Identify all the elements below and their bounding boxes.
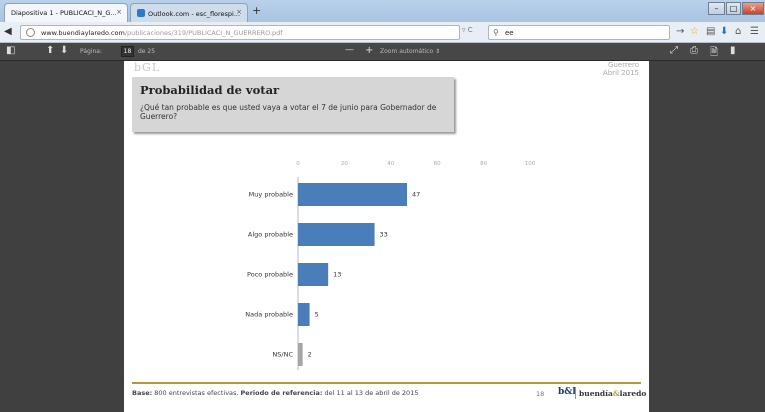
bookmark-icon[interactable]: ▮: [730, 45, 736, 56]
pdf-page: bGL Guerrero Abril 2015 Probabilidad de …: [124, 61, 649, 412]
category-label: Muy probable: [249, 191, 293, 199]
reading-list-icon[interactable]: ▤: [706, 26, 715, 37]
star-icon[interactable]: ☆: [690, 26, 699, 37]
new-tab-button[interactable]: +: [252, 4, 261, 17]
menu-icon[interactable]: ☰: [750, 26, 759, 37]
footer-note: Base: 800 entrevistas efectivas. Periodo…: [132, 389, 418, 397]
data-label: 33: [380, 231, 388, 239]
footer-base-label: Base:: [132, 389, 153, 397]
data-label: 2: [308, 351, 312, 359]
slide-page-number: 18: [536, 390, 545, 398]
outlook-icon: [137, 9, 145, 17]
x-tick-label: 60: [434, 161, 441, 167]
search-value: ee: [505, 29, 514, 37]
x-tick-label: 20: [341, 161, 348, 167]
tab-pdf-label: Diapositiva 1 - PUBLICACI_N_G...: [11, 9, 117, 17]
brand-amp: &: [612, 389, 620, 398]
question-text: ¿Qué tan probable es que usted vaya a vo…: [140, 103, 437, 121]
bar: [298, 303, 310, 326]
bar: [298, 343, 303, 366]
reload-icon[interactable]: ▿ C: [462, 26, 473, 34]
close-window-button[interactable]: ×: [742, 2, 764, 15]
maximize-button[interactable]: □: [726, 2, 741, 15]
zoom-out-icon[interactable]: —: [345, 45, 354, 55]
save-icon[interactable]: 🗎: [710, 45, 718, 62]
x-tick-label: 100: [525, 161, 536, 167]
close-tab-icon[interactable]: ×: [236, 8, 242, 16]
category-label: Algo probable: [248, 231, 293, 239]
question-box: Probabilidad de votar ¿Qué tan probable …: [132, 77, 454, 132]
logo-watermark: bGL: [134, 61, 161, 74]
print-icon[interactable]: ⎙: [690, 45, 698, 56]
url-host: www.buendiaylaredo.com: [41, 29, 125, 37]
page-total: de 25: [138, 48, 156, 55]
download-icon[interactable]: ⬇: [720, 26, 728, 37]
page-label: Página:: [80, 48, 103, 55]
home-icon[interactable]: ⌂: [735, 26, 741, 37]
data-label: 5: [315, 311, 319, 319]
bar: [298, 183, 408, 206]
next-page-icon[interactable]: ⬇: [60, 45, 68, 56]
close-tab-icon[interactable]: ×: [116, 8, 122, 16]
brand-part2: laredo: [619, 389, 647, 398]
state-name: Guerrero: [608, 61, 639, 69]
brand-part1: buendía: [579, 389, 613, 398]
tab-outlook[interactable]: Outlook.com - esc_florespi... ×: [130, 3, 248, 22]
footer-period-label: Periodo de referencia:: [240, 389, 323, 397]
x-tick-label: 40: [387, 161, 394, 167]
minimize-button[interactable]: –: [708, 2, 725, 15]
window-titlebar: Diapositiva 1 - PUBLICACI_N_G... × Outlo…: [0, 0, 765, 22]
tab-pdf[interactable]: Diapositiva 1 - PUBLICACI_N_G... ×: [4, 3, 128, 22]
zoom-select[interactable]: Zoom automático ⇕: [380, 48, 440, 55]
search-input[interactable]: ⚲ ee: [488, 25, 670, 40]
globe-icon: [26, 28, 35, 37]
slide-title: Probabilidad de votar: [140, 83, 280, 97]
pdf-toolbar: ◧ ⬆ ⬇ Página: 18 de 25 — + Zoom automáti…: [0, 43, 765, 61]
footer-base-text: 800 entrevistas efectivas.: [152, 389, 241, 397]
navigation-bar: ◀ www.buendiaylaredo.com/publicaciones/3…: [0, 22, 765, 43]
url-bar[interactable]: www.buendiaylaredo.com/publicaciones/319…: [20, 25, 460, 40]
url-path: /publicaciones/319/PUBLICACI_N_GUERRERO.…: [124, 29, 283, 37]
page-number-input[interactable]: 18: [121, 46, 134, 57]
data-label: 47: [412, 191, 420, 199]
state-date: Abril 2015: [602, 69, 639, 77]
bar: [298, 223, 375, 246]
bar: [298, 263, 329, 286]
document-viewer[interactable]: bGL Guerrero Abril 2015 Probabilidad de …: [0, 61, 765, 412]
brand-name: buendía&laredo: [579, 389, 646, 398]
tab-outlook-label: Outlook.com - esc_florespi...: [148, 10, 241, 18]
footer-divider: [132, 382, 641, 384]
bar-chart: 0 20 40 60 80 100 Muy probable 47 Algo probable 3…: [245, 161, 536, 370]
search-icon: ⚲: [493, 28, 499, 37]
fullscreen-icon[interactable]: ⤢: [670, 45, 678, 56]
back-arrow-icon[interactable]: ◀: [4, 26, 12, 37]
x-tick-label: 80: [480, 161, 487, 167]
go-arrow-icon[interactable]: →: [676, 26, 684, 37]
data-label: 13: [333, 271, 341, 279]
category-label: NS/NC: [272, 351, 293, 359]
category-label: Nada probable: [245, 311, 293, 319]
bl-logo: b&l: [558, 387, 576, 397]
category-label: Poco probable: [247, 271, 293, 279]
zoom-label: Zoom automático: [380, 48, 434, 55]
zoom-in-icon[interactable]: +: [365, 45, 373, 56]
logo-separator: [575, 387, 576, 399]
sidebar-toggle-icon[interactable]: ◧: [6, 45, 15, 56]
previous-page-icon[interactable]: ⬆: [46, 45, 54, 56]
slide-state-label: Guerrero Abril 2015: [603, 61, 639, 77]
x-tick-label: 0: [296, 161, 300, 167]
footer-period-text: del 11 al 13 de abril de 2015: [322, 389, 419, 397]
